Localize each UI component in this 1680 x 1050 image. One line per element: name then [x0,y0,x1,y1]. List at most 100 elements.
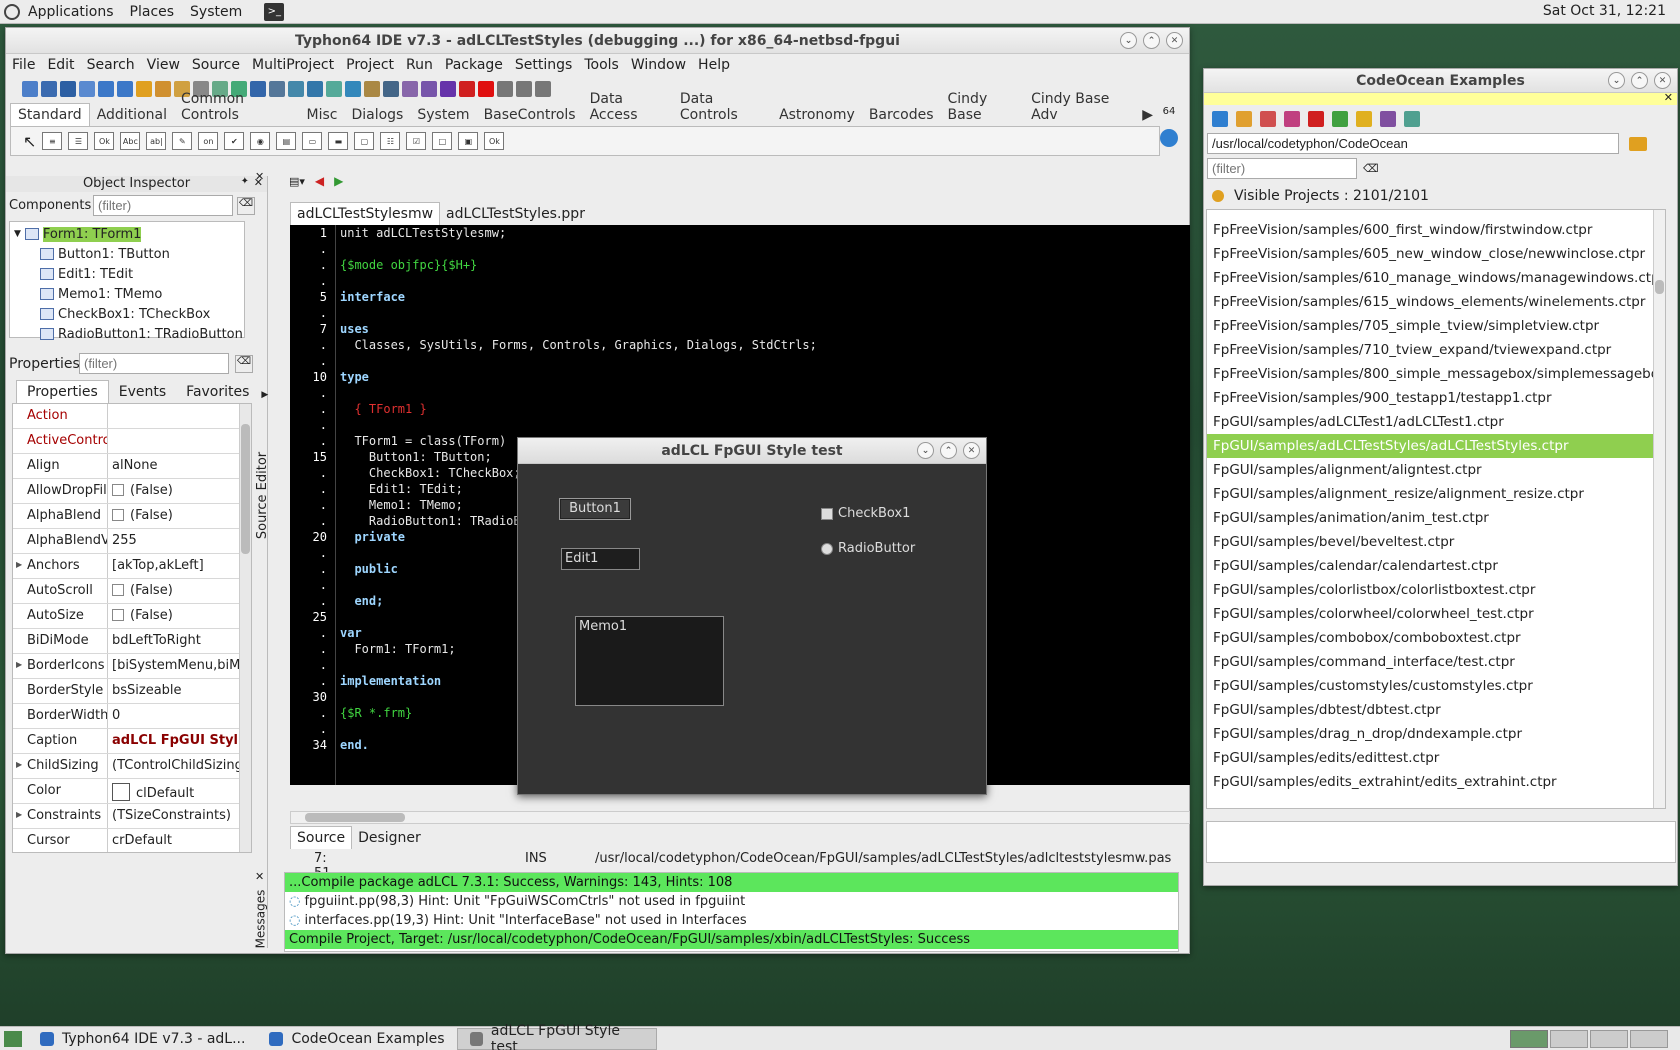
menu-multiproject[interactable]: MultiProject [246,57,340,73]
co-close-icon[interactable]: ✕ [1654,72,1671,89]
code-line[interactable]: uses [340,321,817,337]
project-list-item[interactable]: FpGUI/samples/drag_n_drop/dndexample.ctp… [1207,722,1665,746]
palette-tab-data-controls[interactable]: Data Controls [673,88,772,126]
palette-tab-additional[interactable]: Additional [90,104,174,126]
clear-properties-filter-icon[interactable]: ⌫ [235,354,253,373]
clock[interactable]: Sat Oct 31, 12:21 [1543,3,1666,19]
expand-icon[interactable]: ▶ [16,660,22,669]
save-icon[interactable] [60,81,76,97]
menu-package[interactable]: Package [439,57,509,73]
undo-icon[interactable] [98,81,114,97]
property-row[interactable]: ActiveControl [13,429,251,454]
pin-icon[interactable]: ✦ [241,176,249,187]
codeocean-filter-input[interactable] [1207,158,1357,179]
panel-menu-places[interactable]: Places [122,4,183,20]
properties-filter-input[interactable] [79,353,229,374]
tab-events[interactable]: Events [109,381,176,403]
editor-tab-mainunit[interactable]: adLCLTestStylesmw [290,202,441,225]
tradiobutton-icon[interactable]: ◉ [250,132,271,150]
project-list-item[interactable]: FpFreeVision/samples/800_simple_messageb… [1207,362,1665,386]
close-infobar-icon[interactable]: ✕ [1664,91,1673,104]
task-codeocean[interactable]: CodeOcean Examples [257,1028,456,1050]
property-value[interactable]: [biSystemMenu,biM [108,654,251,678]
clear-co-filter-icon[interactable]: ⌫ [1363,162,1379,175]
close-editor-icon[interactable]: ✕ [255,170,264,183]
property-value[interactable]: 0 [108,704,251,728]
palette-tab-common-controls[interactable]: Common Controls [174,88,300,126]
tree-item-form1[interactable]: ▼ Form1: TForm1 [10,224,244,244]
palette-tab-misc[interactable]: Misc [300,104,345,126]
project-list-item[interactable]: FpGUI/samples/edits/edittest.ctpr [1207,746,1665,770]
scrollbar-thumb[interactable] [241,424,250,554]
co-minimize-icon[interactable]: ⌄ [1608,72,1625,89]
tlabel-icon[interactable]: Abc [120,132,141,150]
menu-file[interactable]: File [6,57,41,73]
tree-item-radiobutton1[interactable]: RadioButton1: TRadioButton [10,324,244,344]
code-line[interactable]: { TForm1 } [340,401,817,417]
property-row[interactable]: ▶ Anchors [akTop,akLeft] [13,554,251,579]
edit1[interactable]: Edit1 [561,548,640,570]
checkbox-box[interactable] [821,507,833,520]
menu-edit[interactable]: Edit [41,57,80,73]
project-list-item[interactable]: FpFreeVision/samples/610_manage_windows/… [1207,266,1665,290]
tcheckgroup-icon[interactable]: ☑ [406,132,427,150]
tab-source[interactable]: Source [290,826,353,849]
step-into-icon[interactable] [497,81,513,97]
tree-item-checkbox1[interactable]: CheckBox1: TCheckBox [10,304,244,324]
run-icon[interactable] [440,81,456,97]
info-icon[interactable] [1404,111,1420,127]
palette-tab-dialogs[interactable]: Dialogs [344,104,410,126]
property-value[interactable]: (TSizeConstraints) [108,804,251,828]
gear-icon[interactable] [402,81,418,97]
list-scroll-thumb[interactable] [1655,280,1664,294]
property-row[interactable]: AllowDropFiles (False) [13,479,251,504]
project-list-item[interactable]: FpFreeVision/samples/705_simple_tview/si… [1207,314,1665,338]
property-value[interactable]: alNone [108,454,251,478]
code-line[interactable]: Classes, SysUtils, Forms, Controls, Grap… [340,337,816,353]
property-checkbox[interactable] [112,484,124,496]
panel-menu-applications[interactable]: Applications [20,4,122,20]
project-list-item[interactable]: FpGUI/samples/calendar/calendartest.ctpr [1207,554,1665,578]
editor-menu-icon[interactable]: ▤▾ [289,175,305,188]
tedit-icon[interactable]: ab| [146,132,167,150]
tlistbox-icon[interactable]: ▤ [276,132,297,150]
components-filter-input[interactable] [93,195,233,216]
menu-view[interactable]: View [141,57,186,73]
tradiogroup-icon[interactable]: ☷ [380,132,401,150]
property-row[interactable]: AlphaBlendVal 255 [13,529,251,554]
tmemo-icon[interactable]: ✎ [172,132,193,150]
code-line[interactable] [340,305,817,321]
property-checkbox[interactable] [112,609,124,621]
expand-icon[interactable]: ▶ [16,560,22,569]
menu-window[interactable]: Window [625,57,692,73]
property-value[interactable]: (False) [108,604,251,628]
palette-tab-standard[interactable]: Standard [10,103,90,126]
radiobutton1[interactable]: RadioButtor [821,541,915,556]
project-list-item[interactable]: FpGUI/samples/bevel/beveltest.ctpr [1207,530,1665,554]
workspace-4[interactable] [1630,1029,1668,1048]
tab-favorites[interactable]: Favorites [176,381,259,403]
tactionlist-icon[interactable]: Ok [484,132,505,150]
ide-titlebar[interactable]: Typhon64 IDE v7.3 - adLCLTestStyles (deb… [6,28,1189,54]
compile-all-icon[interactable] [1260,111,1276,127]
project-list-item[interactable]: FpFreeVision/samples/900_testapp1/testap… [1207,386,1665,410]
property-row[interactable]: Color clDefault [13,779,251,804]
build-icon[interactable] [307,81,323,97]
property-row[interactable]: ▶ Constraints (TSizeConstraints) [13,804,251,829]
workspace-1[interactable] [1510,1029,1548,1048]
code-line[interactable]: type [340,369,817,385]
project-list-item[interactable]: FpGUI/samples/alignment_resize/alignment… [1207,482,1665,506]
stop-icon[interactable] [478,81,494,97]
property-row[interactable]: Cursor crDefault [13,829,251,852]
project-list-item[interactable]: FpGUI/samples/colorlistbox/colorlistboxt… [1207,578,1665,602]
co-maximize-icon[interactable]: ⌃ [1631,72,1648,89]
property-value[interactable]: adLCL FpGUI Styl [108,729,251,753]
form-maximize-icon[interactable]: ⌃ [940,442,957,459]
tscrollbar-icon[interactable]: ▬ [328,132,349,150]
code-line[interactable]: unit adLCLTestStylesmw; [340,225,817,241]
tree-item-edit1[interactable]: Edit1: TEdit [10,264,244,284]
tree-item-button1[interactable]: Button1: TButton [10,244,244,264]
code-line[interactable]: {$mode objfpc}{$H+} [340,257,817,273]
step-over-icon[interactable] [516,81,532,97]
project-list-item[interactable]: FpFreeVision/samples/615_windows_element… [1207,290,1665,314]
